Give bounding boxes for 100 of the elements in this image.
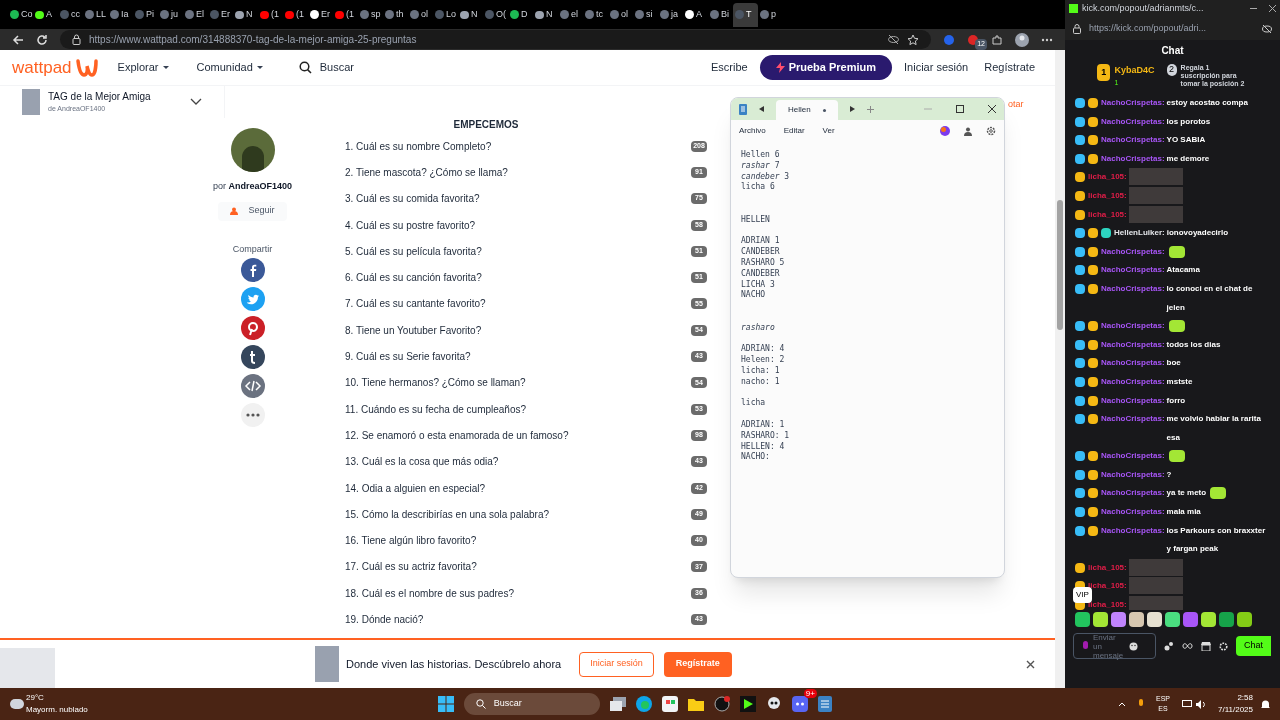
browser-tab[interactable]: sp xyxy=(358,2,383,27)
question-link[interactable]: 12. Se enamoró o esta enamorada de un famoso? xyxy=(345,427,569,443)
notepad-icon[interactable] xyxy=(817,696,832,712)
browser-tab[interactable]: N xyxy=(533,2,558,27)
close-icon[interactable] xyxy=(1269,5,1276,12)
browser-tab[interactable]: (1 xyxy=(258,2,283,27)
chat-username[interactable]: NachoCrispetas: xyxy=(1101,410,1165,429)
browser-tab[interactable]: ol xyxy=(608,2,633,27)
question-link[interactable]: 11. Cuándo es su fecha de cumpleaños? xyxy=(345,401,527,417)
chat-username[interactable]: licha_105: xyxy=(1088,558,1127,578)
tumblr-icon[interactable] xyxy=(240,345,265,369)
login-link[interactable]: Iniciar sesión xyxy=(904,59,969,76)
question-link[interactable]: 8. Tiene un Youtuber Favorito? xyxy=(345,322,482,338)
network-icon[interactable] xyxy=(1182,699,1192,709)
chat-username[interactable]: NachoCrispetas: xyxy=(1101,484,1165,504)
microphone-icon[interactable] xyxy=(1082,640,1089,652)
store-icon[interactable] xyxy=(1201,641,1211,651)
browser-tab[interactable]: Er xyxy=(208,2,233,27)
signup-link[interactable]: Regístrate xyxy=(984,59,1035,76)
star-icon[interactable] xyxy=(907,33,919,46)
question-link[interactable]: 7. Cuál es su cantante favorito? xyxy=(345,296,486,312)
menu-item[interactable]: Archivo xyxy=(739,125,766,137)
account-icon[interactable] xyxy=(964,126,972,136)
question-link[interactable]: 10. Tiene hermanos? ¿Cómo se llaman? xyxy=(345,375,526,391)
follow-button[interactable]: Seguir xyxy=(218,201,287,221)
question-link[interactable]: 19. Dónde nació? xyxy=(345,612,424,627)
browser-tab[interactable]: p xyxy=(758,2,783,27)
question-link[interactable]: 14. Odia a alguien en especial? xyxy=(345,480,486,496)
chat-send-button[interactable]: Chat xyxy=(1236,636,1271,656)
store-icon[interactable] xyxy=(661,696,678,712)
clock-time[interactable]: 2:58 xyxy=(1237,692,1253,704)
scrollbar[interactable] xyxy=(1055,50,1065,688)
browser-tab[interactable]: ol xyxy=(408,2,433,27)
chat-username[interactable]: NachoCrispetas: xyxy=(1101,391,1165,411)
message-input[interactable]: Enviar un mensaje xyxy=(1073,633,1156,659)
question-link[interactable]: 1. Cuál es su nombre Completo? xyxy=(345,138,492,154)
nav-menu[interactable]: Comunidad xyxy=(196,59,263,76)
chat-username[interactable]: NachoCrispetas: xyxy=(1101,335,1165,355)
extension-icon[interactable] xyxy=(967,33,979,46)
temperature[interactable]: 29°C xyxy=(26,692,88,704)
chat-username[interactable]: licha_105: xyxy=(1088,168,1127,187)
chat-username[interactable]: NachoCrispetas: xyxy=(1101,317,1165,336)
chat-username[interactable]: NachoCrispetas: xyxy=(1101,447,1165,466)
start-icon[interactable] xyxy=(437,696,454,712)
weather-icon[interactable] xyxy=(10,699,24,709)
browser-tab[interactable]: ju xyxy=(158,2,183,27)
taskbar-search[interactable]: Buscar xyxy=(463,693,600,715)
browser-tab[interactable]: Lo xyxy=(433,2,458,27)
chat-username[interactable]: NachoCrispetas: xyxy=(1101,242,1165,262)
search-icon[interactable] xyxy=(298,61,312,74)
browser-tab[interactable]: Pi xyxy=(133,2,158,27)
chat-username[interactable]: NachoCrispetas: xyxy=(1101,521,1165,541)
browser-tab[interactable]: O( xyxy=(483,2,508,27)
microphone-icon[interactable] xyxy=(1138,699,1144,709)
chat-username[interactable]: licha_105: xyxy=(1088,205,1127,225)
bell-icon[interactable] xyxy=(1261,699,1270,709)
chat-username[interactable]: NachoCrispetas: xyxy=(1101,149,1165,169)
edge-icon[interactable] xyxy=(635,696,652,712)
extension-icon[interactable] xyxy=(943,33,955,46)
emote-image[interactable] xyxy=(1219,612,1234,627)
settings-icon[interactable] xyxy=(986,126,996,136)
question-link[interactable]: 13. Cuál es la cosa que más odia? xyxy=(345,454,499,470)
emote-image[interactable] xyxy=(1129,612,1144,627)
question-link[interactable]: 17. Cuál es su actriz favorita? xyxy=(345,559,477,575)
avatar-icon[interactable] xyxy=(1015,32,1029,47)
more-icon[interactable] xyxy=(1041,37,1053,42)
copilot-icon[interactable] xyxy=(940,126,950,136)
chat-username[interactable]: NachoCrispetas: xyxy=(1101,465,1165,485)
emote-image[interactable] xyxy=(1093,612,1108,627)
weather-text[interactable]: Mayorm. nublado xyxy=(26,704,88,716)
browser-tab[interactable]: A xyxy=(683,2,708,27)
emote-image[interactable] xyxy=(1111,612,1126,627)
embed-code-icon[interactable] xyxy=(240,374,265,398)
chevron-up-icon[interactable] xyxy=(1118,701,1126,707)
eye-off-icon[interactable] xyxy=(888,34,899,45)
menu-item[interactable]: Editar xyxy=(783,125,805,137)
clock-date[interactable]: 7/11/2025 xyxy=(1218,704,1253,716)
document-tab[interactable]: Hellen xyxy=(776,100,838,120)
new-tab-icon[interactable] xyxy=(866,105,874,113)
close-icon[interactable] xyxy=(1026,659,1035,669)
chat-username[interactable]: NachoCrispetas: xyxy=(1101,112,1165,132)
premium-button[interactable]: Prueba Premium xyxy=(759,55,893,80)
browser-tab[interactable]: Er xyxy=(308,2,333,27)
skull-icon[interactable] xyxy=(765,696,782,712)
twitter-icon[interactable] xyxy=(240,287,265,311)
chat-username[interactable]: NachoCrispetas: xyxy=(1101,503,1165,522)
question-link[interactable]: 4. Cuál es su postre favorito? xyxy=(345,217,476,233)
browser-tab[interactable]: N xyxy=(233,2,258,27)
browser-tab[interactable]: th xyxy=(383,2,408,27)
smiley-icon[interactable] xyxy=(1129,641,1138,651)
search-link[interactable]: Buscar xyxy=(319,59,355,76)
task-view-icon[interactable] xyxy=(609,697,626,711)
browser-tab[interactable]: cc xyxy=(58,2,83,27)
emote-image[interactable] xyxy=(1147,612,1162,627)
chat-username[interactable]: NachoCrispetas: xyxy=(1101,372,1165,392)
bubbles-icon[interactable] xyxy=(1164,641,1174,651)
browser-tab[interactable]: (1 xyxy=(283,2,308,27)
emote-image[interactable] xyxy=(1165,612,1180,627)
question-link[interactable]: 18. Cuál es el nombre de sus padres? xyxy=(345,585,514,601)
chat-username[interactable]: NachoCrispetas: xyxy=(1101,131,1165,150)
